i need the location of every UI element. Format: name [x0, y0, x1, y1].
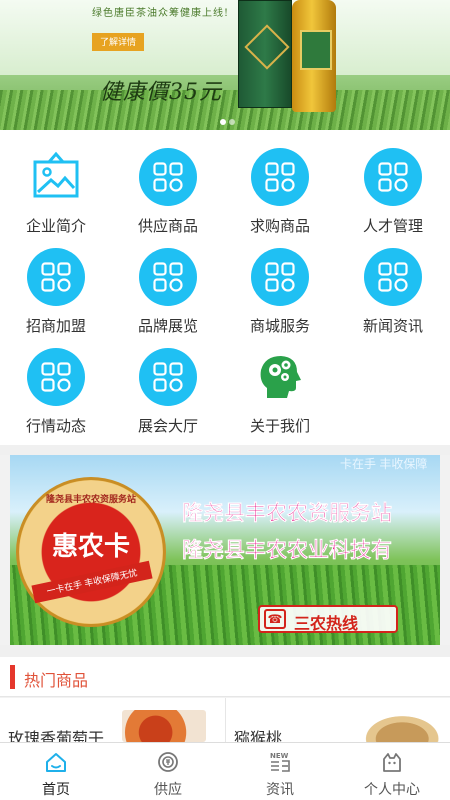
grid-item[interactable]: 企业简介: [0, 130, 112, 235]
banner-slogan: 绿色唐臣茶油众筹健康上线!: [92, 8, 230, 19]
phone-icon: ☎: [264, 609, 286, 629]
promo-line-1: 隆尧县丰农农资服务站: [182, 502, 392, 525]
tab-label: 首页: [42, 781, 70, 797]
top-banner-carousel[interactable]: 绿色唐臣茶油众筹健康上线! 了解详情 健康價35元: [0, 0, 450, 130]
banner-price-text: 健康價35元: [100, 80, 222, 105]
tab-home[interactable]: 首页: [0, 743, 112, 800]
badge-arc-text: 隆尧县丰农农资服务站: [45, 494, 136, 504]
grid-icon: [364, 248, 422, 306]
grid-item[interactable]: 行情动态: [0, 330, 112, 435]
promo-banner[interactable]: 卡在手 丰收保障 隆尧县丰农农资服务站 惠农卡 一卡在手 丰收保障无忧 隆尧县丰…: [10, 455, 440, 645]
grid-item[interactable]: 展会大厅: [112, 330, 224, 435]
section-accent-bar: [10, 665, 15, 689]
product-box-image: [238, 0, 292, 108]
hotline-text: 三农热线: [294, 616, 359, 633]
grid-icon: [251, 148, 309, 206]
tab-news[interactable]: NEW 资讯: [224, 743, 336, 800]
grid-item[interactable]: 供应商品: [112, 130, 224, 235]
svg-text:NEW: NEW: [270, 752, 289, 760]
section-title: 热门商品: [24, 673, 89, 690]
tab-label: 资讯: [266, 781, 294, 797]
grid-item[interactable]: 人才管理: [337, 130, 449, 235]
banner-detail-button[interactable]: 了解详情: [92, 33, 144, 51]
grid-item[interactable]: 新闻资讯: [337, 230, 449, 335]
grid-item-label: 新闻资讯: [362, 318, 423, 335]
grid-item-label: 关于我们: [249, 418, 310, 435]
grid-icon: [27, 348, 85, 406]
product-thumbnail: [122, 710, 206, 742]
product-name: 玫瑰香葡萄干: [8, 731, 105, 742]
grid-item[interactable]: 求购商品: [224, 130, 336, 235]
grid-item-label: 行情动态: [25, 418, 86, 435]
tab-supply[interactable]: 供应: [112, 743, 224, 800]
product-card[interactable]: 玫瑰香葡萄干: [0, 698, 224, 742]
grid-icon: [139, 248, 197, 306]
promo-top-text: 卡在手 丰收保障: [340, 457, 428, 471]
promo-card-badge: 隆尧县丰农农资服务站 惠农卡: [16, 477, 166, 627]
oil-bottle-image: [292, 0, 336, 112]
badge-title: 惠农卡: [51, 532, 130, 562]
grid-icon: [139, 148, 197, 206]
profile-icon: [383, 753, 401, 772]
product-card[interactable]: 猕猴桃: [225, 698, 449, 742]
bottom-tab-bar: 首页 供应 NEW 资讯 个人中心: [0, 742, 450, 800]
picture-frame-icon: [27, 148, 85, 206]
home-icon: [46, 753, 66, 772]
tab-profile[interactable]: 个人中心: [336, 743, 448, 800]
promo-line-2: 隆尧县丰农农业科技有: [182, 539, 392, 562]
grid-icon: [27, 248, 85, 306]
carousel-indicator[interactable]: [220, 112, 240, 125]
hotline-badge: ☎ 三农热线: [258, 605, 398, 633]
grid-item[interactable]: 招商加盟: [0, 230, 112, 335]
supply-icon: [158, 752, 178, 772]
grid-item[interactable]: 关于我们: [224, 330, 336, 435]
carousel-dot[interactable]: [220, 119, 226, 125]
product-thumbnail: [356, 710, 440, 742]
grid-icon: [139, 348, 197, 406]
grid-icon: [364, 148, 422, 206]
carousel-dot[interactable]: [229, 119, 235, 125]
app-page: 绿色唐臣茶油众筹健康上线! 了解详情 健康價35元 企业简介 供应商品 求购商品 人才…: [0, 0, 450, 800]
news-icon: NEW: [270, 752, 290, 772]
grid-item[interactable]: 商城服务: [224, 230, 336, 335]
tab-label: 个人中心: [364, 781, 420, 797]
head-gears-icon: [251, 348, 309, 406]
hot-goods-header: 热门商品: [0, 657, 450, 697]
product-name: 猕猴桃: [234, 731, 283, 742]
grid-item-label: 展会大厅: [137, 418, 198, 435]
grid-icon: [251, 248, 309, 306]
grid-item[interactable]: 品牌展览: [112, 230, 224, 335]
hot-goods-list: 玫瑰香葡萄干 猕猴桃: [0, 698, 450, 742]
tab-label: 供应: [154, 781, 182, 797]
category-grid: 企业简介 供应商品 求购商品 人才管理招商加盟 品牌展览 商城服务新闻资讯行情动态 展会大厅…: [0, 130, 450, 445]
